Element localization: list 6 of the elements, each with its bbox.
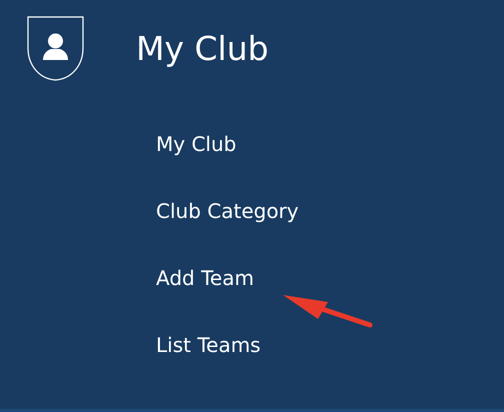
- menu-link[interactable]: List Teams: [156, 332, 261, 359]
- menu-link[interactable]: Add Team: [156, 265, 254, 292]
- menu-link[interactable]: My Club: [156, 131, 236, 158]
- page-title: My Club: [136, 32, 269, 65]
- menu-link[interactable]: Club Category: [156, 198, 299, 225]
- shield-avatar-icon: [27, 16, 84, 81]
